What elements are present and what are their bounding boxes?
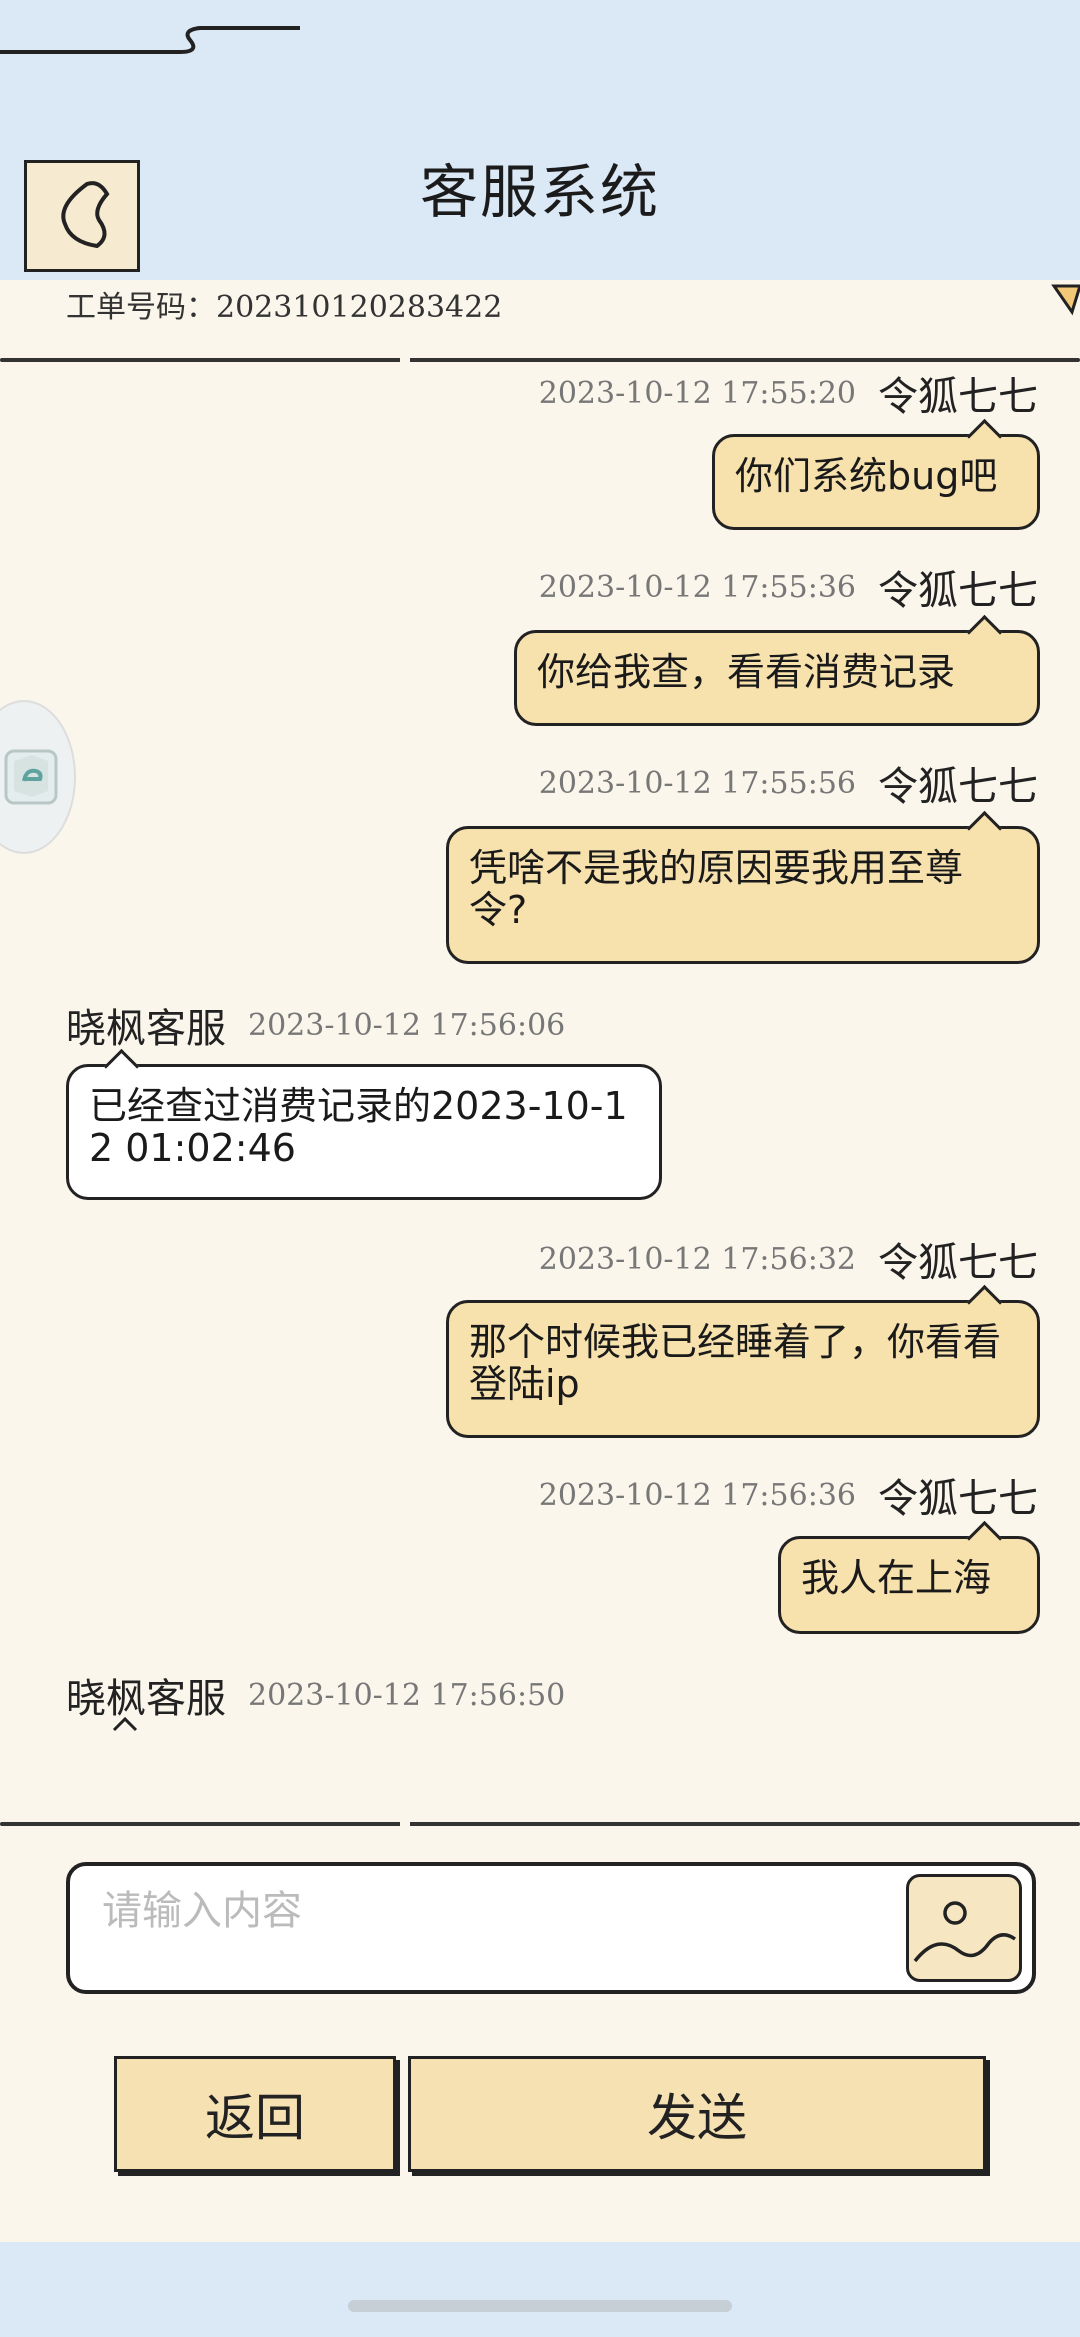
message-meta: 2023-10-12 17:56:32 令狐七七	[539, 1230, 1038, 1288]
divider-top	[0, 358, 1080, 362]
chat-bubble-mine: 你们系统bug吧	[712, 418, 1040, 530]
message-meta: 晓枫客服 2023-10-12 17:56:06	[66, 996, 565, 1054]
message-time: 2023-10-12 17:56:32	[538, 1241, 856, 1277]
sender-name: 令狐七七	[878, 1476, 1038, 1522]
cloud-decoration	[0, 26, 300, 54]
header-bar: 客服系统	[0, 0, 1080, 280]
message-text: 我人在上海	[801, 1556, 992, 1600]
image-upload-button[interactable]	[906, 1874, 1022, 1982]
sender-name: 令狐七七	[878, 374, 1038, 420]
message-meta: 2023-10-12 17:55:36 令狐七七	[539, 558, 1038, 616]
message-time: 2023-10-12 17:55:36	[538, 569, 856, 605]
ticket-value: 202310120283422	[216, 290, 503, 325]
message-meta: 晓枫客服 2023-10-12 17:56:50	[66, 1666, 565, 1724]
bubble-tail	[966, 1520, 1003, 1557]
message-time: 2023-10-12 17:55:56	[538, 765, 856, 801]
bubble-tail	[103, 1048, 140, 1085]
sender-name: 令狐七七	[878, 568, 1038, 614]
ticket-number: 工单号码：202310120283422	[66, 282, 502, 326]
bubble-tail	[966, 614, 1003, 651]
message-input-box[interactable]	[66, 1862, 1036, 1994]
chat-bubble-mine: 你给我查，看看消费记录	[514, 614, 1040, 726]
bubble-tail	[966, 1284, 1003, 1321]
message-text: 凭啥不是我的原因要我用至尊令?	[469, 846, 964, 932]
chat-bubble-mine: 那个时候我已经睡着了，你看看登陆ip	[446, 1284, 1040, 1438]
message-time: 2023-10-12 17:55:20	[538, 375, 856, 411]
message-text: 已经查过消费记录的2023-10-12 01:02:46	[89, 1084, 628, 1170]
chat-bubble-agent: 已经查过消费记录的2023-10-12 01:02:46	[66, 1048, 662, 1200]
sender-name: 晓枫客服	[66, 1006, 226, 1052]
message-meta: 2023-10-12 17:55:56 令狐七七	[539, 754, 1038, 812]
return-button[interactable]: 返回	[114, 2056, 396, 2172]
assistant-icon	[4, 749, 58, 805]
divider-bottom	[0, 1822, 1080, 1826]
sender-name: 晓枫客服	[66, 1676, 226, 1722]
chat-area[interactable]: 2023-10-12 17:55:20 令狐七七 你们系统bug吧 2023-1…	[0, 366, 1080, 1816]
message-time: 2023-10-12 17:56:06	[248, 1007, 566, 1043]
message-meta: 2023-10-12 17:56:36 令狐七七	[539, 1466, 1038, 1524]
chat-bubble-mine: 我人在上海	[778, 1520, 1040, 1634]
home-indicator[interactable]	[348, 2300, 732, 2312]
bubble-tail	[966, 418, 1003, 455]
triangle-icon[interactable]	[1050, 282, 1080, 318]
message-text: 你给我查，看看消费记录	[537, 650, 956, 694]
message-meta: 2023-10-12 17:55:20 令狐七七	[539, 366, 1038, 422]
ticket-label: 工单号码：	[66, 290, 216, 325]
send-button[interactable]: 发送	[408, 2056, 986, 2172]
message-text: 你们系统bug吧	[735, 454, 998, 498]
sender-name: 令狐七七	[878, 1240, 1038, 1286]
sender-name: 令狐七七	[878, 764, 1038, 810]
bubble-tail	[966, 810, 1003, 847]
message-time: 2023-10-12 17:56:36	[538, 1477, 856, 1513]
message-text: 那个时候我已经睡着了，你看看登陆ip	[469, 1320, 1002, 1406]
message-input[interactable]	[100, 1880, 924, 1942]
page-title: 客服系统	[419, 158, 660, 226]
return-button-label: 返回	[205, 2089, 305, 2147]
message-time: 2023-10-12 17:56:50	[248, 1677, 566, 1713]
bottom-bar	[0, 2242, 1080, 2337]
send-button-label: 发送	[647, 2089, 747, 2147]
image-icon	[913, 1901, 1017, 1963]
bubble-tail	[112, 1716, 138, 1732]
chat-bubble-mine: 凭啥不是我的原因要我用至尊令?	[446, 810, 1040, 964]
